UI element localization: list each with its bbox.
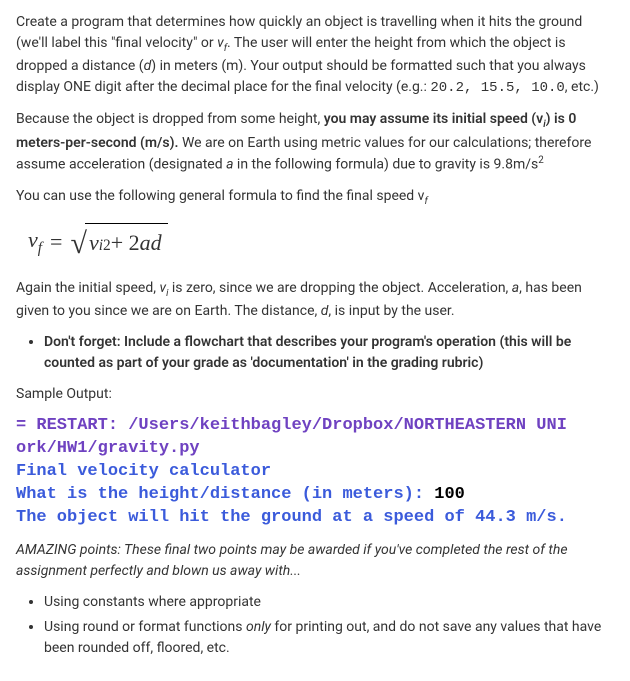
list-item: Don't forget: Include a flowchart that d… [44, 332, 614, 374]
paragraph-intro: Create a program that determines how qui… [16, 12, 614, 99]
var-vf: v [217, 35, 224, 51]
var-vf-sub: f [424, 195, 427, 206]
text: RESTART: /Users/keithbagley/Dropbox/NORT… [36, 416, 567, 435]
list-item: Using constants where appropriate [44, 592, 614, 613]
prompt-text: What is the height/distance (in meters): [16, 485, 434, 504]
text-italic: only [246, 619, 271, 635]
equals-sign: = [50, 225, 62, 258]
text: + 2 [111, 226, 140, 259]
output-line: Final velocity calculator [16, 462, 271, 481]
list-item: Using round or format functions only for… [44, 617, 614, 659]
formula-final-velocity: vf = √ vi2 + 2ad [28, 223, 614, 260]
output-line: ork/HW1/gravity.py [16, 439, 200, 458]
var-d: d [151, 226, 162, 259]
output-line: The object will hit the ground at a spee… [16, 508, 567, 527]
text: You can use the following general formul… [16, 188, 424, 204]
bullet-list-amazing: Using constants where appropriate Using … [16, 592, 614, 659]
paragraph-assumptions: Because the object is dropped from some … [16, 109, 614, 175]
output-line: = RESTART: /Users/keithbagley/Dropbox/NO… [16, 416, 567, 435]
text: , is input by the user. [328, 303, 454, 319]
square-root: √ vi2 + 2ad [70, 223, 167, 259]
radicand: vi2 + 2ad [85, 223, 168, 259]
text: Again the initial speed, [16, 280, 159, 296]
output-line: What is the height/distance (in meters):… [16, 485, 465, 504]
code-sample-values: 20.2, 15.5, 10.0 [430, 80, 564, 96]
text: in the following formula) due to gravity… [233, 157, 538, 173]
paragraph-explain-vars: Again the initial speed, vi is zero, sin… [16, 278, 614, 322]
var-v: v [89, 226, 99, 259]
user-input: 100 [434, 485, 465, 504]
paragraph-formula-intro: You can use the following general formul… [16, 186, 614, 209]
text: , etc.) [565, 79, 599, 95]
var-a: a [140, 226, 151, 259]
amazing-points-intro: AMAZING points: These final two points m… [16, 540, 614, 582]
text-bold: Don't forget: Include a flowchart that d… [44, 334, 571, 371]
text: is zero, since we are dropping the objec… [168, 280, 511, 296]
sup-2: 2 [538, 155, 544, 166]
text: = [16, 416, 36, 435]
text: Using round or format functions [44, 619, 246, 635]
sample-output-label: Sample Output: [16, 384, 614, 405]
formula-lhs: vf [28, 223, 42, 260]
sample-output-block: = RESTART: /Users/keithbagley/Dropbox/NO… [16, 415, 614, 530]
text: you may assume its initial speed (v [324, 111, 543, 127]
bullet-list-reminder: Don't forget: Include a flowchart that d… [16, 332, 614, 374]
sup-2: 2 [103, 234, 111, 257]
text: Because the object is dropped from some … [16, 111, 324, 127]
sub-f: f [38, 240, 42, 257]
var-v: v [28, 227, 38, 252]
